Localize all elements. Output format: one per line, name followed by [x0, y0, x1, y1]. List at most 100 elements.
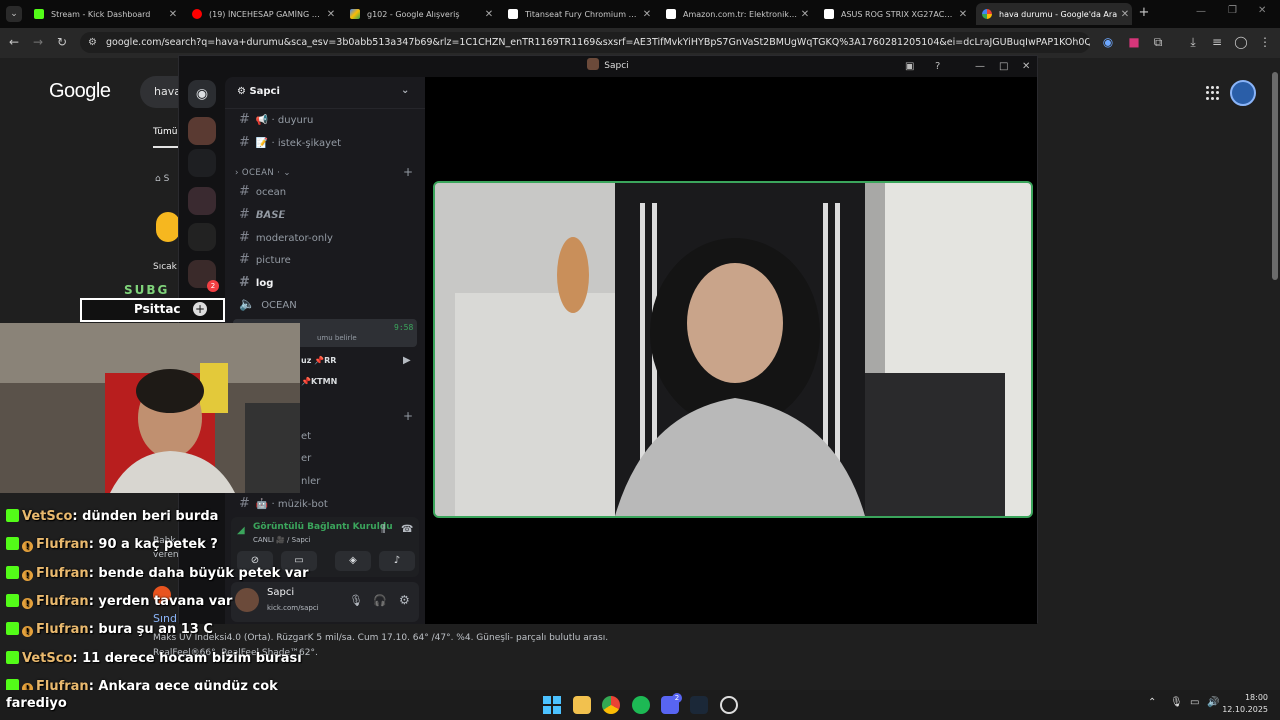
voice-member[interactable]: 📌KTMN — [301, 377, 337, 386]
chrome-icon[interactable] — [602, 696, 620, 714]
reload-icon[interactable]: ↻ — [54, 35, 70, 49]
channel-name-partial[interactable]: et — [301, 431, 311, 442]
chat-user: Flufran — [36, 537, 89, 552]
volume-icon[interactable]: 🔊 — [1207, 697, 1219, 708]
user-name[interactable]: Sapci — [267, 587, 294, 598]
spotify-icon[interactable] — [632, 696, 650, 714]
channel-name: picture — [255, 255, 291, 266]
activity-button[interactable]: ◈ — [335, 551, 371, 571]
tab-kick-dashboard[interactable]: Stream - Kick Dashboard ✕ — [28, 3, 180, 25]
address-bar[interactable]: ⚙ google.com/search?q=hava+durumu&sca_es… — [80, 32, 1090, 53]
voice-channel-ocean[interactable]: 🔈 OCEAN — [233, 294, 417, 315]
google-apps-icon[interactable] — [1206, 86, 1220, 100]
tab-titanseat[interactable]: Titanseat Fury Chromium Kuma ✕ — [502, 3, 654, 25]
channel-name-partial[interactable]: er — [301, 453, 311, 464]
close-window-icon[interactable]: ✕ — [1258, 5, 1266, 16]
obs-icon[interactable] — [720, 696, 738, 714]
media-control-icon[interactable]: ≡ — [1209, 35, 1225, 49]
server-icon[interactable] — [188, 117, 216, 145]
profile-icon[interactable]: ◯ — [1233, 35, 1249, 49]
voice-status-hint: umu belirle — [317, 334, 357, 342]
clock-time[interactable]: 18:00 — [1226, 693, 1268, 702]
channel-name-partial[interactable]: nler — [301, 476, 320, 487]
channel-moderator-only[interactable]: # moderator-only — [233, 227, 417, 248]
close-tab-icon[interactable]: ✕ — [640, 9, 654, 20]
tab-all-underline — [153, 146, 179, 148]
discord-window: Sapci ▣ ? — □ ✕ ◉ 2 ⚙ Sapci ⌄ # 📢 · duyur… — [178, 55, 1038, 624]
server-folder-icon[interactable] — [188, 223, 216, 251]
noise-suppression-icon[interactable]: ⫼ — [381, 524, 386, 535]
server-folder-icon[interactable] — [188, 187, 216, 215]
chevron-down-icon[interactable]: ⌄ — [401, 85, 409, 96]
download-icon[interactable]: ⤓ — [1185, 35, 1201, 49]
channel-base[interactable]: # 𝘽𝘼𝙎𝙀 — [233, 204, 417, 225]
tab-google-shopping[interactable]: g102 - Google Alışveriş ✕ — [344, 3, 496, 25]
site-info-icon[interactable]: ⚙ — [88, 32, 97, 53]
minimize-window-icon[interactable]: — — [1196, 6, 1206, 17]
forward-icon[interactable]: → — [30, 35, 46, 49]
channel-duyuru[interactable]: # 📢 · duyuru — [233, 109, 417, 130]
minimize-window-icon[interactable]: — — [975, 56, 985, 77]
signal-icon[interactable]: ◢ — [237, 525, 245, 536]
disconnect-icon[interactable]: ☎ — [401, 524, 413, 535]
channel-picture[interactable]: # picture — [233, 249, 417, 270]
headphones-icon[interactable]: 🎧 — [373, 594, 387, 607]
subscriber-badge-icon: ! — [22, 541, 33, 552]
new-tab-button[interactable]: + — [1136, 5, 1152, 20]
extensions-puzzle-icon[interactable]: ⧉ — [1150, 35, 1166, 49]
close-tab-icon[interactable]: ✕ — [324, 9, 338, 20]
chat-message: VetSco: 11 derece hocam bizim burası — [6, 651, 302, 666]
add-channel-button[interactable]: + — [403, 409, 413, 423]
steam-icon[interactable] — [690, 696, 708, 714]
clock-date[interactable]: 12.10.2025 — [1222, 705, 1268, 714]
voice-member[interactable]: uz 📌RR — [301, 356, 336, 365]
network-icon[interactable]: ▭ — [1190, 697, 1199, 708]
help-icon[interactable]: ? — [935, 56, 940, 77]
channel-istek-sikayet[interactable]: # 📝 · istek-şikayet — [233, 132, 417, 153]
start-menu-icon[interactable] — [543, 696, 561, 714]
video-tile[interactable] — [433, 181, 1033, 518]
scrollbar-thumb[interactable] — [1272, 72, 1278, 280]
category-header[interactable]: › OCEAN · ⌄ — [235, 168, 291, 178]
avatar[interactable] — [235, 588, 259, 612]
tab-all[interactable]: Tümü — [153, 127, 177, 137]
file-explorer-icon[interactable] — [573, 696, 591, 714]
restore-window-icon[interactable]: ❐ — [1228, 5, 1237, 16]
add-channel-button[interactable]: + — [403, 165, 413, 179]
voice-connected-status[interactable]: Görüntülü Bağlantı Kuruldu — [253, 522, 393, 532]
google-logo[interactable]: Google — [49, 80, 111, 103]
tab-list-chevron-icon[interactable]: ⌄ — [6, 6, 22, 22]
chevron-up-icon[interactable]: ⌃ — [1148, 697, 1156, 708]
soundboard-button[interactable]: ♪ — [379, 551, 415, 571]
close-window-icon[interactable]: ✕ — [1022, 56, 1030, 77]
maximize-window-icon[interactable]: □ — [999, 56, 1008, 77]
inbox-icon[interactable]: ▣ — [905, 56, 914, 77]
video-camera-icon[interactable]: ▶ — [403, 355, 411, 366]
video-stage — [425, 77, 1037, 624]
server-folder-icon[interactable] — [188, 149, 216, 177]
settings-gear-icon[interactable]: ⚙ — [399, 593, 410, 607]
discord-titlebar: Sapci ▣ ? — □ ✕ — [179, 56, 1037, 77]
extension-icon[interactable]: ■ — [1126, 35, 1142, 49]
back-icon[interactable]: ← — [6, 35, 22, 49]
channel-ocean[interactable]: # ocean — [233, 181, 417, 202]
avatar[interactable] — [1230, 80, 1256, 106]
extension-icon[interactable]: ◉ — [1100, 35, 1116, 49]
channel-log[interactable]: # log — [233, 272, 417, 293]
tab-hava-durumu[interactable]: hava durumu - Google'da Ara ✕ — [976, 3, 1132, 25]
channel-muzik-bot[interactable]: # 🤖 · müzik-bot — [233, 493, 417, 514]
close-tab-icon[interactable]: ✕ — [956, 9, 970, 20]
tab-youtube[interactable]: (19) İNCEHESAP GAMİNG GECE ✕ — [186, 3, 338, 25]
close-tab-icon[interactable]: ✕ — [798, 9, 812, 20]
close-tab-icon[interactable]: ✕ — [482, 9, 496, 20]
tab-asus-monitor[interactable]: ASUS ROG STRIX XG27ACS 27 | ✕ — [818, 3, 970, 25]
microphone-icon[interactable]: 🎙 — [349, 594, 363, 607]
menu-icon[interactable]: ⋮ — [1257, 35, 1273, 49]
server-header[interactable]: ⚙ Sapci ⌄ — [225, 77, 425, 109]
tab-amazon[interactable]: Amazon.com.tr: Elektronik, bilg ✕ — [660, 3, 812, 25]
close-tab-icon[interactable]: ✕ — [1118, 9, 1132, 20]
close-tab-icon[interactable]: ✕ — [166, 9, 180, 20]
hash-icon: # — [239, 184, 250, 199]
microphone-icon[interactable]: 🎙 — [1170, 697, 1183, 708]
discord-home-icon[interactable]: ◉ — [188, 80, 216, 108]
